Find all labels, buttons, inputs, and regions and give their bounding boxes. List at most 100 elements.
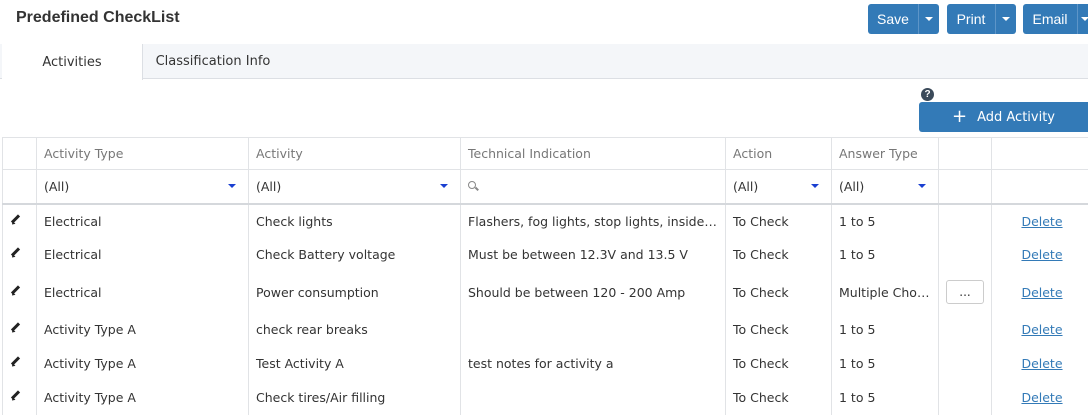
column-header-activity[interactable]: Activity bbox=[248, 137, 461, 170]
page-title: Predefined CheckList bbox=[16, 9, 180, 26]
chevron-down-icon[interactable] bbox=[918, 184, 926, 189]
save-button[interactable]: Save bbox=[868, 4, 918, 34]
pencil-icon[interactable] bbox=[10, 214, 22, 226]
search-icon bbox=[468, 181, 478, 191]
cell-delete: Delete bbox=[991, 346, 1088, 381]
header: Predefined CheckList Save Print Email bbox=[0, 0, 1088, 44]
cell-technical-indication: test notes for activity a bbox=[460, 346, 726, 381]
filter-action[interactable]: (All) bbox=[725, 169, 832, 205]
cell-action: To Check bbox=[725, 312, 832, 347]
add-activity-button[interactable]: + Add Activity bbox=[919, 102, 1088, 132]
cell-delete: Delete bbox=[991, 380, 1088, 415]
pencil-icon[interactable] bbox=[10, 285, 22, 297]
pencil-icon[interactable] bbox=[10, 322, 22, 334]
filter-row: (All) (All) (All) (All) bbox=[2, 169, 1088, 205]
chevron-down-icon[interactable] bbox=[811, 184, 819, 189]
cell-activity: Test Activity A bbox=[248, 346, 461, 381]
filter-technical-indication[interactable] bbox=[460, 169, 726, 205]
filter-activity-type[interactable]: (All) bbox=[36, 169, 249, 205]
chevron-down-icon[interactable] bbox=[228, 184, 236, 189]
cell-activity: Power consumption bbox=[248, 271, 461, 313]
help-icon[interactable]: ? bbox=[921, 88, 934, 101]
filter-spacer bbox=[2, 169, 37, 205]
filter-answer-type-value: (All) bbox=[839, 178, 865, 194]
print-button-group: Print bbox=[947, 4, 1016, 34]
cell-technical-indication bbox=[460, 312, 726, 347]
email-button[interactable]: Email bbox=[1023, 4, 1077, 34]
column-header-action[interactable]: Action bbox=[725, 137, 832, 170]
cell-answer-type: 1 to 5 bbox=[831, 312, 939, 347]
cell-answer-type: 1 to 5 bbox=[831, 380, 939, 415]
column-header-technical-indication[interactable]: Technical Indication bbox=[460, 137, 726, 170]
filter-activity[interactable]: (All) bbox=[248, 169, 461, 205]
table-row: Activity Type A Test Activity A test not… bbox=[2, 346, 1088, 381]
cell-activity-type: Electrical bbox=[36, 203, 249, 238]
cell-more bbox=[938, 203, 992, 238]
delete-link[interactable]: Delete bbox=[1021, 214, 1062, 229]
print-dropdown-button[interactable] bbox=[995, 4, 1016, 34]
table-row: Activity Type A Check tires/Air filling … bbox=[2, 380, 1088, 415]
pencil-icon[interactable] bbox=[10, 390, 22, 402]
column-header-activity-type[interactable]: Activity Type bbox=[36, 137, 249, 170]
table-row: Electrical Check lights Flashers, fog li… bbox=[2, 203, 1088, 238]
filter-answer-type[interactable]: (All) bbox=[831, 169, 939, 205]
cell-action: To Check bbox=[725, 271, 832, 313]
cell-delete: Delete bbox=[991, 203, 1088, 238]
chevron-down-icon bbox=[925, 17, 933, 21]
cell-activity-type: Electrical bbox=[36, 237, 249, 272]
cell-more bbox=[938, 346, 992, 381]
edit-cell[interactable] bbox=[2, 346, 37, 381]
cell-delete: Delete bbox=[991, 312, 1088, 347]
cell-action: To Check bbox=[725, 237, 832, 272]
plus-icon: + bbox=[951, 106, 968, 127]
delete-link[interactable]: Delete bbox=[1021, 285, 1062, 300]
more-column-header bbox=[938, 137, 992, 170]
chevron-down-icon bbox=[1002, 17, 1010, 21]
cell-technical-indication: Should be between 120 - 200 Amp bbox=[460, 271, 726, 313]
chevron-down-icon bbox=[1080, 17, 1088, 21]
delete-link[interactable]: Delete bbox=[1021, 247, 1062, 262]
edit-cell[interactable] bbox=[2, 271, 37, 313]
edit-cell[interactable] bbox=[2, 237, 37, 272]
save-dropdown-button[interactable] bbox=[918, 4, 939, 34]
delete-link[interactable]: Delete bbox=[1021, 356, 1062, 371]
choices-button[interactable]: ... bbox=[946, 280, 984, 304]
delete-link[interactable]: Delete bbox=[1021, 322, 1062, 337]
cell-activity: check rear breaks bbox=[248, 312, 461, 347]
cell-answer-type: 1 to 5 bbox=[831, 346, 939, 381]
chevron-down-icon[interactable] bbox=[440, 184, 448, 189]
edit-cell[interactable] bbox=[2, 312, 37, 347]
edit-column-header bbox=[2, 137, 37, 170]
tab-activities[interactable]: Activities bbox=[2, 44, 143, 80]
email-button-group: Email bbox=[1023, 4, 1088, 34]
cell-activity: Check lights bbox=[248, 203, 461, 238]
email-dropdown-button[interactable] bbox=[1077, 4, 1088, 34]
cell-technical-indication: Flashers, fog lights, stop lights, insid… bbox=[460, 203, 726, 238]
cell-activity: Check Battery voltage bbox=[248, 237, 461, 272]
pencil-icon[interactable] bbox=[10, 356, 22, 368]
cell-delete: Delete bbox=[991, 237, 1088, 272]
cell-activity-type: Activity Type A bbox=[36, 380, 249, 415]
cell-more bbox=[938, 237, 992, 272]
activities-grid: Activity Type Activity Technical Indicat… bbox=[2, 137, 1088, 415]
tab-bar: Activities Classification Info bbox=[0, 44, 1088, 80]
cell-answer-type: 1 to 5 bbox=[831, 203, 939, 238]
edit-cell[interactable] bbox=[2, 380, 37, 415]
cell-answer-type: 1 to 5 bbox=[831, 237, 939, 272]
cell-activity-type: Electrical bbox=[36, 271, 249, 313]
cell-action: To Check bbox=[725, 380, 832, 415]
cell-action: To Check bbox=[725, 203, 832, 238]
delete-column-header bbox=[991, 137, 1088, 170]
tab-classification-info[interactable]: Classification Info bbox=[143, 44, 283, 79]
cell-answer-type: Multiple Choice bbox=[831, 271, 939, 313]
pencil-icon[interactable] bbox=[10, 247, 22, 259]
column-header-answer-type[interactable]: Answer Type bbox=[831, 137, 939, 170]
edit-cell[interactable] bbox=[2, 203, 37, 238]
add-activity-label: Add Activity bbox=[977, 109, 1055, 125]
delete-link[interactable]: Delete bbox=[1021, 390, 1062, 405]
save-button-group: Save bbox=[868, 4, 939, 34]
cell-activity-type: Activity Type A bbox=[36, 346, 249, 381]
print-button[interactable]: Print bbox=[947, 4, 995, 34]
filter-action-value: (All) bbox=[733, 178, 759, 194]
grid-header-row: Activity Type Activity Technical Indicat… bbox=[2, 137, 1088, 170]
